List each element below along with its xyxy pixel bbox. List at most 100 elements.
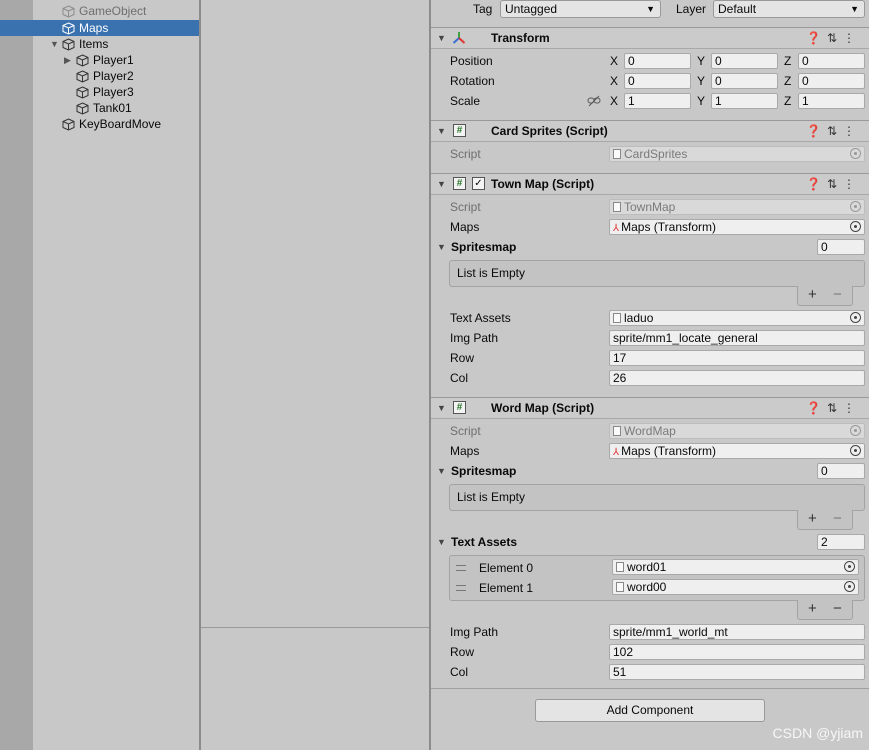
hierarchy-item-label: GameObject: [79, 4, 147, 18]
cube-icon: [76, 86, 89, 99]
presets-icon[interactable]: ⇅: [827, 124, 843, 138]
foldout-arrow-icon[interactable]: ▼: [437, 122, 446, 140]
collapse-arrow-icon[interactable]: ▶: [64, 52, 74, 68]
list-remove-button[interactable]: −: [833, 600, 842, 618]
csharp-script-icon: #: [453, 177, 466, 190]
hierarchy-item-maps[interactable]: Maps: [0, 20, 199, 36]
presets-icon[interactable]: ⇅: [827, 31, 843, 45]
rotation-y-field[interactable]: 0: [711, 73, 778, 89]
script-file-icon: [613, 202, 621, 212]
hierarchy-item-tank01[interactable]: Tank01: [0, 100, 199, 116]
element-0-field[interactable]: word01: [612, 559, 859, 575]
object-picker-icon[interactable]: [844, 581, 855, 592]
list-empty-text: List is Empty: [457, 490, 526, 504]
hierarchy-item-player3[interactable]: Player3: [0, 84, 199, 100]
kebab-menu-icon[interactable]: ⋮: [843, 124, 861, 138]
img-path-label: Img Path: [450, 331, 499, 345]
col-field[interactable]: 26: [609, 370, 865, 386]
drag-handle-icon[interactable]: [456, 565, 466, 571]
constrain-proportions-icon[interactable]: [587, 95, 601, 107]
kebab-menu-icon[interactable]: ⋮: [843, 31, 861, 45]
script-file-icon: [613, 149, 621, 159]
csharp-script-icon: #: [453, 401, 466, 414]
hierarchy-item-player1[interactable]: ▶ Player1: [0, 52, 199, 68]
position-z-field[interactable]: 0: [798, 53, 865, 69]
help-icon[interactable]: ❓: [806, 401, 827, 415]
layer-dropdown[interactable]: Default ▼: [713, 0, 865, 18]
kebab-menu-icon[interactable]: ⋮: [843, 177, 861, 191]
text-asset-icon: [613, 313, 621, 323]
object-picker-icon[interactable]: [850, 445, 861, 456]
expand-arrow-icon[interactable]: ▼: [50, 36, 60, 52]
list-add-button[interactable]: +: [808, 600, 817, 618]
foldout-arrow-icon[interactable]: ▼: [437, 399, 446, 417]
axis-y-label: Y: [697, 94, 706, 108]
add-component-button[interactable]: Add Component: [535, 699, 765, 722]
list-remove-button[interactable]: −: [833, 510, 842, 528]
word-map-header[interactable]: ▼ # Word Map (Script) ❓⇅⋮: [431, 397, 869, 419]
drag-handle-icon[interactable]: [456, 585, 466, 591]
town-map-maps-field[interactable]: ⅄ Maps (Transform): [609, 219, 865, 235]
panel-divider[interactable]: [201, 627, 429, 628]
text-assets-label: Text Assets: [451, 535, 518, 549]
component-header-icons[interactable]: ❓⇅⋮: [806, 175, 861, 193]
presets-icon[interactable]: ⇅: [827, 401, 843, 415]
rotation-x-field[interactable]: 0: [624, 73, 691, 89]
row-field[interactable]: 102: [609, 644, 865, 660]
word-map-maps-field[interactable]: ⅄ Maps (Transform): [609, 443, 865, 459]
object-picker-icon[interactable]: [850, 312, 861, 323]
presets-icon[interactable]: ⇅: [827, 177, 843, 191]
component-header-icons[interactable]: ❓⇅⋮: [806, 399, 861, 417]
component-header-icons[interactable]: ❓⇅⋮: [806, 122, 861, 140]
rotation-z-field[interactable]: 0: [798, 73, 865, 89]
hierarchy-item-items[interactable]: ▼ Items: [0, 36, 199, 52]
foldout-arrow-icon[interactable]: ▼: [437, 533, 446, 551]
hierarchy-item-label: Maps: [79, 21, 109, 35]
town-map-header[interactable]: ▼ # ✓ Town Map (Script) ❓⇅⋮: [431, 173, 869, 195]
spritesmap-size-field[interactable]: 0: [817, 463, 865, 479]
img-path-field[interactable]: sprite/mm1_locate_general: [609, 330, 865, 346]
col-field[interactable]: 51: [609, 664, 865, 680]
transform-header[interactable]: ▼ Transform ❓⇅⋮: [431, 27, 869, 49]
scene-view-panel[interactable]: [201, 0, 429, 750]
object-picker-icon[interactable]: [850, 221, 861, 232]
row-label: Row: [450, 645, 475, 659]
cube-icon: [76, 102, 89, 115]
position-x-field[interactable]: 0: [624, 53, 691, 69]
foldout-arrow-icon[interactable]: ▼: [437, 29, 446, 47]
list-footer: + −: [797, 600, 853, 620]
object-picker-icon[interactable]: [844, 561, 855, 572]
foldout-arrow-icon[interactable]: ▼: [437, 462, 446, 480]
component-enabled-checkbox[interactable]: ✓: [472, 177, 485, 190]
hierarchy-item-label: Tank01: [93, 101, 132, 115]
spritesmap-size-field[interactable]: 0: [817, 239, 865, 255]
list-add-button[interactable]: +: [808, 286, 817, 304]
hierarchy-item-player2[interactable]: Player2: [0, 68, 199, 84]
help-icon[interactable]: ❓: [806, 31, 827, 45]
hierarchy-item-gameobject[interactable]: GameObject: [0, 3, 199, 19]
row-field[interactable]: 17: [609, 350, 865, 366]
script-value: TownMap: [624, 200, 676, 214]
help-icon[interactable]: ❓: [806, 177, 827, 191]
position-y-field[interactable]: 0: [711, 53, 778, 69]
hierarchy-item-keyboardmove[interactable]: KeyBoardMove: [0, 116, 199, 132]
element-1-field[interactable]: word00: [612, 579, 859, 595]
scale-y-field[interactable]: 1: [711, 93, 778, 109]
text-assets-size-field[interactable]: 2: [817, 534, 865, 550]
card-sprites-header[interactable]: ▼ # Card Sprites (Script) ❓⇅⋮: [431, 120, 869, 142]
img-path-field[interactable]: sprite/mm1_world_mt: [609, 624, 865, 640]
maps-label: Maps: [450, 220, 480, 234]
kebab-menu-icon[interactable]: ⋮: [843, 401, 861, 415]
cube-icon: [62, 22, 75, 35]
list-remove-button[interactable]: −: [833, 286, 842, 304]
tag-dropdown[interactable]: Untagged ▼: [500, 0, 661, 18]
component-header-icons[interactable]: ❓⇅⋮: [806, 29, 861, 47]
foldout-arrow-icon[interactable]: ▼: [437, 175, 446, 193]
help-icon[interactable]: ❓: [806, 124, 827, 138]
tag-value: Untagged: [505, 2, 558, 16]
scale-z-field[interactable]: 1: [798, 93, 865, 109]
foldout-arrow-icon[interactable]: ▼: [437, 238, 446, 256]
text-assets-field[interactable]: laduo: [609, 310, 865, 326]
list-add-button[interactable]: +: [808, 510, 817, 528]
scale-x-field[interactable]: 1: [624, 93, 691, 109]
